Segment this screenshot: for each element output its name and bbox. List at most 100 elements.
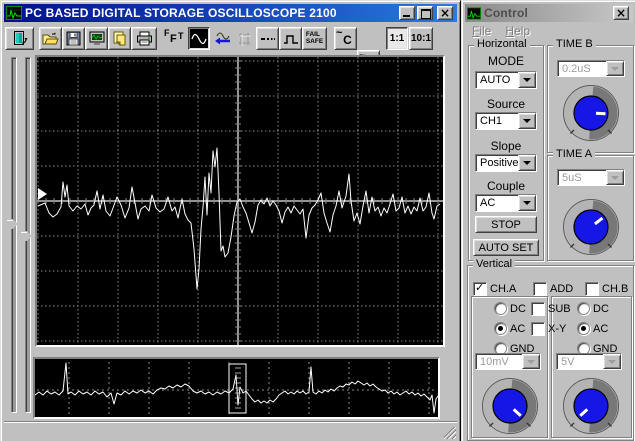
save-button[interactable] bbox=[62, 27, 85, 50]
source-select[interactable]: CH1 bbox=[475, 112, 537, 130]
mode-label: MODE bbox=[488, 54, 524, 68]
vertical-group: Vertical ✓ CH.A ✓ ADD ✓ CH.B DC AC GND ✓… bbox=[467, 258, 634, 441]
menu-help[interactable]: Help bbox=[505, 24, 530, 38]
scope-display bbox=[35, 55, 445, 347]
horizontal-group-label: Horizontal bbox=[474, 38, 530, 50]
status-bar bbox=[4, 421, 457, 440]
step-wave-icon bbox=[283, 34, 298, 44]
ch-b-dc-radio[interactable] bbox=[577, 302, 590, 315]
time-b-group: TIME B 0.2uS bbox=[547, 38, 634, 153]
window-title: PC BASED DIGITAL STORAGE OSCILLOSCOPE 21… bbox=[25, 6, 337, 20]
time-a-knob[interactable] bbox=[562, 198, 620, 256]
open-button[interactable] bbox=[39, 27, 62, 50]
dropdown-arrow-icon bbox=[606, 170, 624, 185]
stop-button[interactable]: STOP bbox=[475, 216, 537, 233]
celsius-button[interactable]: ~ C bbox=[334, 27, 357, 50]
fft-icon: F F T bbox=[164, 27, 184, 45]
xy-checkbox[interactable]: ✓ bbox=[531, 322, 545, 336]
persistence-button[interactable] bbox=[211, 27, 233, 50]
add-checkbox[interactable]: ✓ bbox=[533, 282, 547, 296]
slope-select[interactable]: Positive bbox=[475, 154, 537, 172]
ch-a-range-select[interactable]: 10mV bbox=[475, 353, 541, 370]
ch-a-label: CH.A bbox=[490, 283, 517, 295]
time-a-select[interactable]: 5uS bbox=[557, 169, 625, 186]
couple-select[interactable]: AC bbox=[475, 194, 537, 212]
ch-b-label: CH.B bbox=[602, 283, 629, 295]
zoom-waveform bbox=[35, 362, 438, 415]
dropdown-arrow-icon[interactable] bbox=[518, 72, 536, 88]
control-app-icon bbox=[467, 6, 481, 20]
step-wave-button[interactable] bbox=[279, 27, 302, 50]
sub-checkbox[interactable]: ✓ bbox=[531, 302, 545, 316]
exit-door-icon bbox=[13, 31, 27, 45]
waveform-display-button[interactable] bbox=[188, 27, 210, 50]
ch-b-gain-knob[interactable] bbox=[562, 377, 620, 435]
time-b-label: TIME B bbox=[553, 38, 596, 50]
screen: PC BASED DIGITAL STORAGE OSCILLOSCOPE 21… bbox=[0, 0, 635, 441]
ratio-10-1-button[interactable]: 10:1 bbox=[409, 27, 433, 50]
dropdown-arrow-icon[interactable] bbox=[518, 113, 536, 129]
ch-a-ac-label: AC bbox=[510, 323, 526, 335]
close-button[interactable]: × bbox=[437, 6, 453, 20]
save-floppy-icon bbox=[66, 31, 81, 46]
print-button[interactable] bbox=[131, 27, 157, 50]
dotted-line-button[interactable] bbox=[256, 27, 279, 50]
couple-label: Couple bbox=[486, 179, 526, 193]
time-a-group: TIME A 5uS bbox=[547, 148, 634, 261]
control-window: Control × File Help Horizontal MODE AUTO… bbox=[461, 0, 635, 441]
ch-a-checkbox[interactable]: ✓ bbox=[473, 281, 487, 296]
vertical-group-label: Vertical bbox=[473, 258, 516, 270]
ch-a-ac-radio[interactable] bbox=[494, 322, 507, 335]
source-label: Source bbox=[486, 97, 526, 111]
auto-set-button[interactable]: AUTO SET bbox=[473, 239, 539, 256]
sine-display-icon bbox=[191, 33, 207, 44]
ch-b-range-select[interactable]: 5V bbox=[556, 353, 622, 370]
add-label: ADD bbox=[550, 283, 574, 295]
horizontal-group: Horizontal MODE AUTO Source CH1 Slope Po… bbox=[468, 38, 544, 261]
ch-b-dc-label: DC bbox=[593, 303, 609, 315]
oscilloscope-window: PC BASED DIGITAL STORAGE OSCILLOSCOPE 21… bbox=[0, 0, 461, 441]
main-titlebar[interactable]: PC BASED DIGITAL STORAGE OSCILLOSCOPE 21… bbox=[4, 4, 457, 22]
notes-button[interactable] bbox=[108, 27, 131, 50]
ch-a-gain-knob[interactable] bbox=[481, 377, 539, 435]
menu-file[interactable]: File bbox=[472, 24, 491, 38]
menu-bar: File Help bbox=[466, 23, 632, 39]
ch-b-ac-radio[interactable] bbox=[577, 322, 590, 335]
notes-icon bbox=[113, 31, 126, 46]
scope-waveform bbox=[37, 57, 443, 345]
minimize-icon bbox=[403, 15, 410, 17]
time-b-select[interactable]: 0.2uS bbox=[557, 60, 625, 77]
sub-label: SUB bbox=[548, 303, 571, 315]
dropdown-arrow-icon[interactable] bbox=[518, 155, 536, 171]
control-titlebar[interactable]: Control × bbox=[465, 4, 633, 22]
control-close-button[interactable]: × bbox=[613, 6, 629, 20]
capture-button[interactable] bbox=[85, 27, 108, 50]
control-window-title: Control bbox=[484, 6, 529, 20]
fft-button[interactable]: F F T bbox=[161, 27, 187, 50]
maximize-icon bbox=[421, 9, 431, 19]
grid-icon bbox=[239, 32, 251, 46]
ch-a-dc-radio[interactable] bbox=[494, 302, 507, 315]
close-icon: × bbox=[615, 6, 627, 20]
time-b-knob[interactable] bbox=[562, 84, 620, 142]
exit-button[interactable] bbox=[5, 27, 34, 50]
app-icon bbox=[6, 6, 22, 20]
ch-a-dc-label: DC bbox=[510, 303, 526, 315]
vertical-position-slider-track-1[interactable] bbox=[11, 57, 17, 413]
resize-grip[interactable] bbox=[444, 427, 456, 439]
dropdown-arrow-icon[interactable] bbox=[518, 195, 536, 211]
time-a-label: TIME A bbox=[553, 148, 596, 160]
fail-safe-button[interactable]: FAIL SAFE bbox=[302, 27, 327, 50]
dropdown-arrow-icon bbox=[522, 354, 540, 369]
maximize-button[interactable] bbox=[417, 6, 433, 20]
zoom-strip-display bbox=[33, 357, 440, 419]
arrow-sine-icon bbox=[214, 32, 230, 45]
ch-b-checkbox[interactable]: ✓ bbox=[585, 282, 599, 296]
ratio-1-1-button[interactable]: 1:1 bbox=[386, 27, 408, 50]
dropdown-arrow-icon bbox=[603, 354, 621, 369]
minimize-button[interactable] bbox=[399, 6, 415, 20]
mode-select[interactable]: AUTO bbox=[475, 71, 537, 89]
grid-toggle-button[interactable] bbox=[234, 27, 255, 50]
open-folder-icon bbox=[42, 32, 59, 44]
print-icon bbox=[136, 31, 152, 46]
